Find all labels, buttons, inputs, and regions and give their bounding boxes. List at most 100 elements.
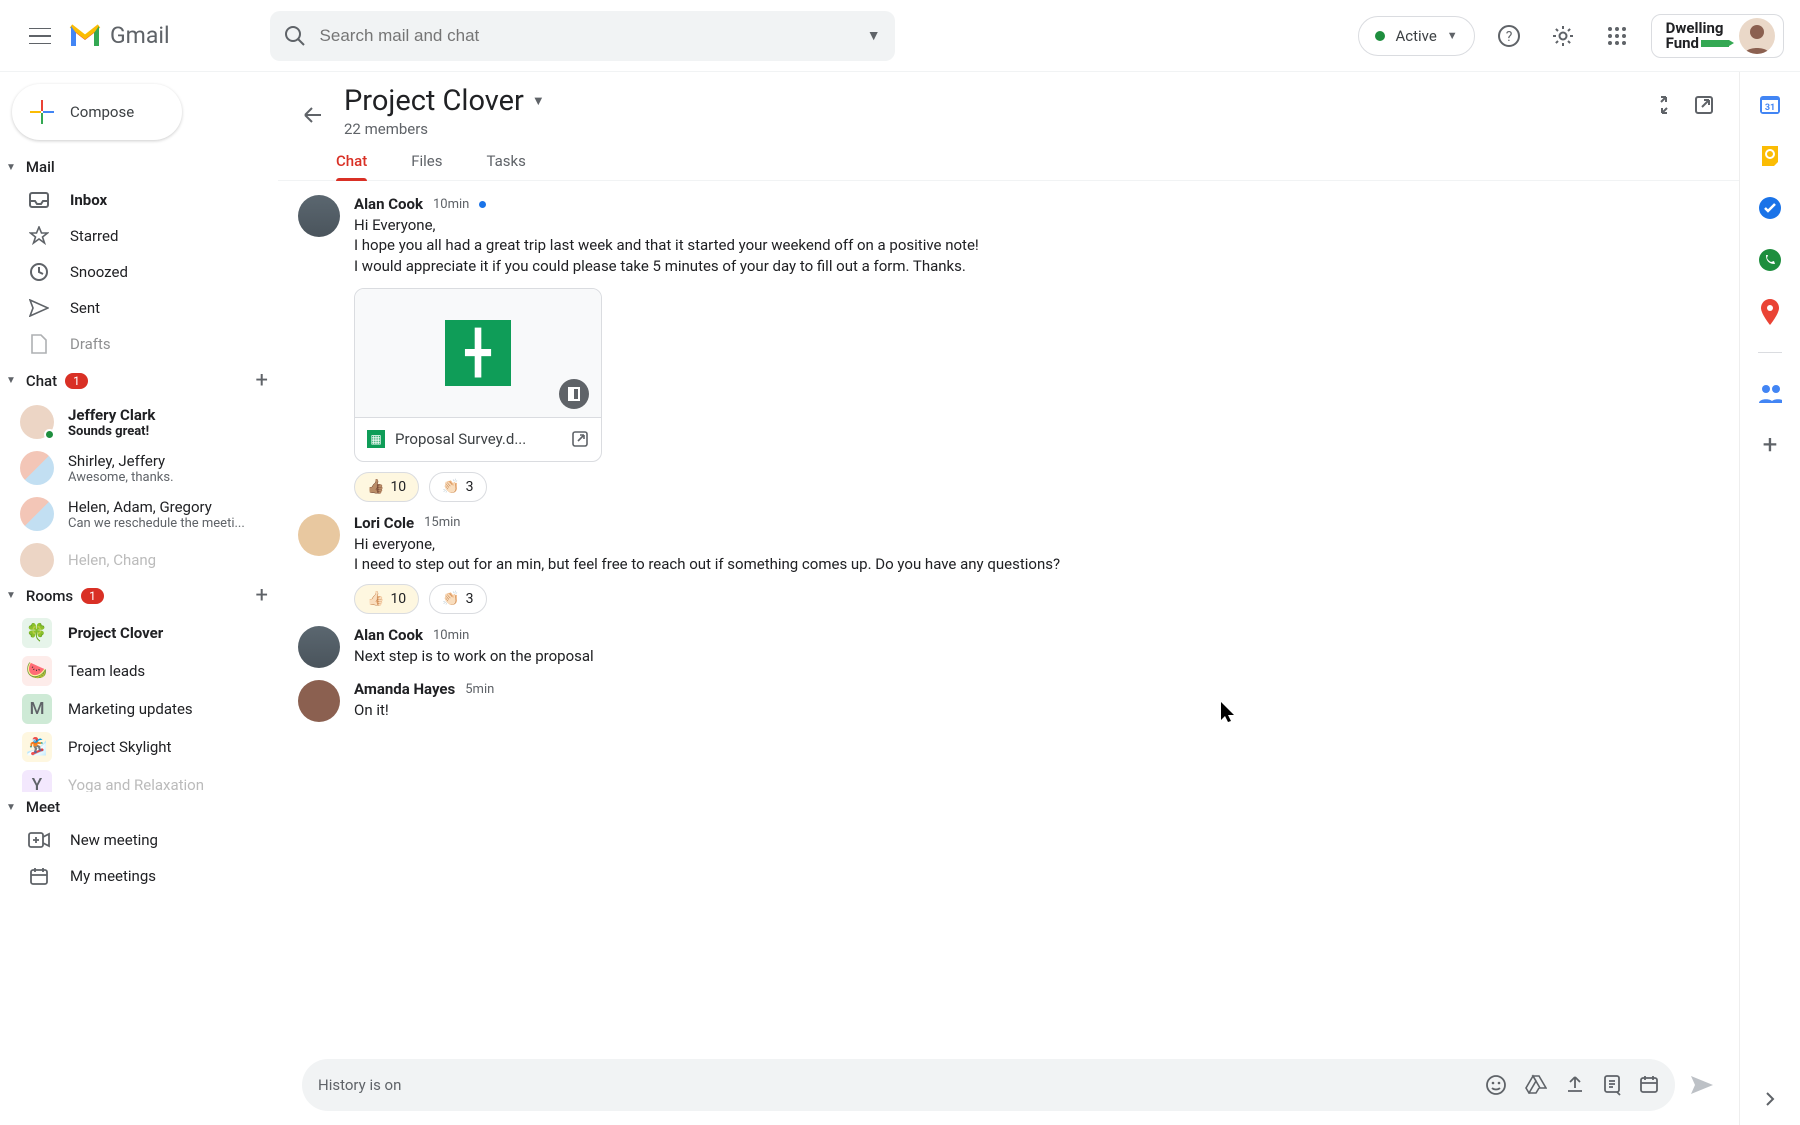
message-text: On it! [354, 700, 494, 720]
message: Alan Cook10minNext step is to work on th… [298, 620, 1711, 674]
rooms-badge: 1 [81, 588, 104, 604]
gmail-logo[interactable]: Gmail [68, 22, 170, 49]
message-timestamp: 10min [433, 197, 469, 212]
chat-preview: Awesome, thanks. [68, 470, 268, 485]
file-icon [28, 334, 50, 354]
open-external-button[interactable] [1693, 94, 1715, 116]
message-avatar [298, 626, 340, 668]
voice-app-icon[interactable] [1758, 248, 1782, 272]
search-icon [284, 25, 306, 47]
nav-drafts[interactable]: Drafts [0, 326, 278, 362]
avatar [20, 451, 54, 485]
tab-files[interactable]: Files [411, 152, 442, 180]
rooms-section-header[interactable]: ▼ Rooms 1 + [0, 577, 278, 614]
reaction-count: 3 [466, 479, 474, 495]
account-chip[interactable]: Dwelling Fund [1651, 14, 1784, 58]
attachment-filename: Proposal Survey.d... [395, 430, 561, 448]
reaction-chip[interactable]: 👍🏽10 [354, 472, 419, 502]
reaction-chip[interactable]: 👍🏻10 [354, 584, 419, 614]
chat-item[interactable]: Helen, Chang [0, 537, 278, 577]
nav-snoozed[interactable]: Snoozed [0, 254, 278, 290]
compose-label: Compose [70, 103, 134, 121]
mail-section-header[interactable]: ▼ Mail [0, 152, 278, 182]
nav-inbox[interactable]: Inbox [0, 182, 278, 218]
apps-grid-button[interactable] [1597, 16, 1637, 56]
back-button[interactable] [290, 92, 336, 138]
message-timestamp: 5min [465, 682, 494, 697]
room-name: Yoga and Relaxation [68, 776, 204, 792]
chat-item[interactable]: Helen, Adam, GregoryCan we reschedule th… [0, 491, 278, 537]
reaction-count: 3 [466, 591, 474, 607]
message: Amanda Hayes5minOn it! [298, 674, 1711, 728]
expand-panel-button[interactable] [1763, 1089, 1777, 1109]
search-bar[interactable]: ▼ [270, 11, 895, 61]
meet-new-meeting[interactable]: New meeting [0, 822, 278, 858]
room-item[interactable]: 🍀Project Clover [0, 614, 278, 652]
collapse-button[interactable] [1653, 94, 1675, 116]
chat-section-header[interactable]: ▼ Chat 1 + [0, 362, 278, 399]
contacts-app-icon[interactable] [1758, 381, 1782, 405]
account-avatar[interactable] [1739, 18, 1775, 54]
support-button[interactable]: ? [1489, 16, 1529, 56]
compose-button[interactable]: Compose [12, 84, 182, 140]
attachment-card[interactable]: ╋ ▦ Proposal Survey.d... [354, 288, 602, 462]
new-room-button[interactable]: + [256, 583, 268, 608]
reaction-chip[interactable]: 👏🏻3 [429, 472, 486, 502]
room-name: Marketing updates [68, 700, 193, 718]
room-icon: M [22, 694, 52, 724]
reaction-chip[interactable]: 👏🏻 3 [429, 584, 486, 614]
nav-sent[interactable]: Sent [0, 290, 278, 326]
room-icon: 🍉 [22, 656, 52, 686]
main-menu-button[interactable] [16, 12, 64, 60]
sheets-icon: ▦ [367, 430, 385, 448]
chat-item[interactable]: Shirley, JefferyAwesome, thanks. [0, 445, 278, 491]
maps-app-icon[interactable] [1758, 300, 1782, 324]
preview-button[interactable] [559, 379, 589, 409]
send-button[interactable] [1689, 1074, 1715, 1096]
video-plus-icon [28, 832, 50, 848]
nav-starred[interactable]: Starred [0, 218, 278, 254]
add-app-button[interactable]: + [1758, 433, 1782, 457]
meet-my-meetings[interactable]: My meetings [0, 858, 278, 894]
open-external-icon[interactable] [571, 430, 589, 448]
room-item[interactable]: 🍉Team leads [0, 652, 278, 690]
room-title[interactable]: Project Clover▼ [344, 84, 545, 118]
panel-separator [1758, 352, 1782, 353]
chat-name: Shirley, Jeffery [68, 452, 268, 470]
collapse-caret-icon: ▼ [6, 802, 16, 813]
org-name: Dwelling Fund [1666, 21, 1729, 51]
calendar-app-icon[interactable]: 31 [1758, 92, 1782, 116]
docs-button[interactable] [1603, 1074, 1621, 1096]
settings-button[interactable] [1543, 16, 1583, 56]
status-selector[interactable]: Active ▼ [1358, 16, 1474, 56]
keep-app-icon[interactable] [1758, 144, 1782, 168]
new-chat-button[interactable]: + [256, 368, 268, 393]
collapse-caret-icon: ▼ [6, 375, 16, 386]
message-avatar [298, 514, 340, 556]
chat-item[interactable]: Jeffery ClarkSounds great! [0, 399, 278, 445]
upload-button[interactable] [1565, 1074, 1585, 1096]
message-text: Hi everyone,I need to step out for an mi… [354, 534, 1060, 575]
meet-section-header[interactable]: ▼ Meet [0, 792, 278, 822]
room-item[interactable]: YYoga and Relaxation [0, 766, 278, 792]
tasks-app-icon[interactable] [1758, 196, 1782, 220]
room-item[interactable]: 🏂Project Skylight [0, 728, 278, 766]
message-timestamp: 15min [424, 515, 460, 530]
reaction-emoji: 👏🏻 [442, 591, 459, 607]
search-options-caret-icon[interactable]: ▼ [867, 27, 881, 44]
room-name: Project Skylight [68, 738, 171, 756]
search-input[interactable] [306, 26, 867, 46]
tab-tasks[interactable]: Tasks [487, 152, 526, 180]
collapse-caret-icon: ▼ [6, 590, 16, 601]
drive-button[interactable] [1525, 1074, 1547, 1096]
chat-name: Jeffery Clark [68, 406, 268, 424]
status-label: Active [1395, 27, 1436, 45]
sheets-icon: ╋ [445, 320, 511, 386]
emoji-button[interactable] [1485, 1074, 1507, 1096]
composer-placeholder: History is on [318, 1076, 1485, 1094]
message-composer[interactable]: History is on [302, 1059, 1675, 1111]
tab-chat[interactable]: Chat [336, 152, 367, 180]
message-author: Alan Cook [354, 626, 423, 644]
room-item[interactable]: M Marketing updates [0, 690, 278, 728]
calendar-button[interactable] [1639, 1074, 1659, 1096]
